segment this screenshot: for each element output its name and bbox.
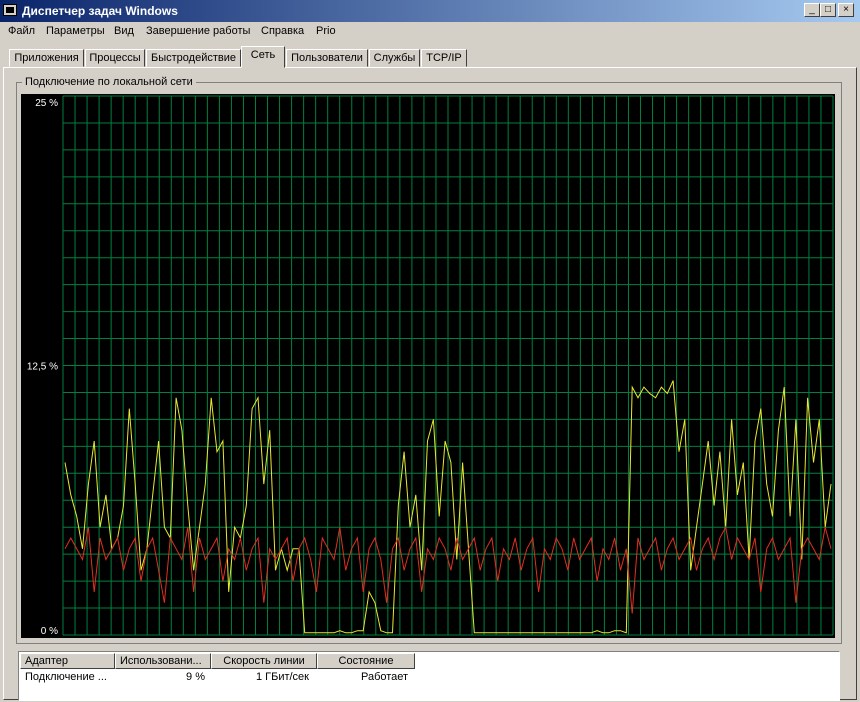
menu-help[interactable]: Справка: [261, 25, 304, 37]
column-speed[interactable]: Скорость линии: [211, 653, 317, 669]
tab-processes[interactable]: Процессы: [85, 49, 145, 67]
adapter-usage-cell: 9 %: [186, 671, 205, 683]
tab-users[interactable]: Пользователи: [286, 49, 368, 67]
y-tick-label: 0 %: [41, 626, 58, 637]
close-button[interactable]: ×: [838, 3, 854, 17]
adapter-name-cell[interactable]: Подключение ...: [25, 671, 107, 683]
minimize-button[interactable]: _: [804, 3, 820, 17]
tab-tcpip[interactable]: TCP/IP: [421, 49, 467, 67]
tab-performance[interactable]: Быстродействие: [146, 49, 241, 67]
y-tick-label: 25 %: [35, 98, 58, 109]
tab-applications[interactable]: Приложения: [9, 49, 84, 67]
tab-strip: Приложения Процессы Быстродействие Сеть …: [0, 46, 860, 68]
adapter-speed-cell: 1 ГБит/сек: [255, 671, 309, 683]
maximize-button[interactable]: □: [820, 3, 836, 17]
network-usage-chart: 25 % 12,5 % 0 %: [21, 94, 835, 638]
tab-network[interactable]: Сеть: [241, 46, 285, 68]
adapter-group-label: Подключение по локальной сети: [22, 76, 196, 88]
menu-prio[interactable]: Prio: [316, 25, 336, 37]
title-bar[interactable]: Диспетчер задач Windows _ □ ×: [0, 0, 860, 22]
column-adapter[interactable]: Адаптер: [20, 653, 115, 669]
menu-file[interactable]: Файл: [8, 25, 35, 37]
adapter-list[interactable]: Адаптер Использовани... Скорость линии С…: [18, 651, 840, 701]
column-state[interactable]: Состояние: [317, 653, 415, 669]
window-title: Диспетчер задач Windows: [22, 4, 178, 18]
adapter-state-cell: Работает: [361, 671, 409, 683]
menu-view[interactable]: Вид: [114, 25, 134, 37]
tab-services[interactable]: Службы: [369, 49, 420, 67]
menu-shutdown[interactable]: Завершение работы: [146, 25, 250, 37]
task-manager-icon: [3, 4, 17, 16]
y-tick-label: 12,5 %: [27, 362, 58, 373]
menu-options[interactable]: Параметры: [46, 25, 105, 37]
menu-bar: Файл Параметры Вид Завершение работы Спр…: [0, 22, 860, 42]
column-usage[interactable]: Использовани...: [115, 653, 211, 669]
